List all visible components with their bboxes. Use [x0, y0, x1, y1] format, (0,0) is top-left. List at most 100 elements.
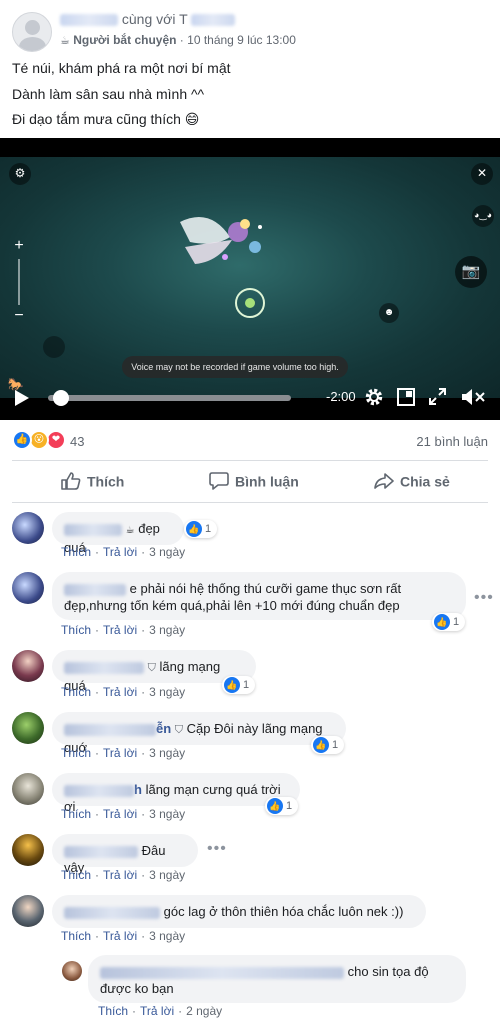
muted-speaker-icon[interactable] [460, 387, 486, 407]
commenter-name-blurred[interactable] [64, 583, 126, 596]
commenter-name-tail[interactable]: ễn [156, 721, 171, 736]
comment-reply-link[interactable]: Trả lời [103, 746, 137, 760]
reply-age[interactable]: 2 ngày [186, 1004, 222, 1018]
commenter-name-blurred[interactable] [64, 661, 144, 674]
comment-like-link[interactable]: Thích [61, 868, 91, 882]
commenter-avatar[interactable] [12, 895, 44, 927]
close-video-icon[interactable]: ✕ [471, 163, 493, 185]
commenter-avatar[interactable] [12, 834, 44, 866]
reply-text-line-2: được ko bạn [100, 981, 174, 996]
comment-reply-link[interactable]: Trả lời [103, 807, 137, 821]
comment-button[interactable]: Bình luận [209, 472, 299, 492]
comment-like-link[interactable]: Thích [61, 807, 91, 821]
comment-text: góc lag ở thôn thiên hóa chắc luôn nek :… [163, 904, 404, 919]
share-button[interactable]: Chia sẻ [374, 472, 450, 492]
replier-avatar[interactable] [62, 961, 82, 981]
love-reaction-icon: ❤ [46, 430, 66, 450]
picture-in-picture-icon[interactable] [397, 388, 415, 406]
commenter-avatar[interactable] [12, 773, 44, 805]
commenter-name-blurred[interactable] [64, 523, 122, 536]
comment-age[interactable]: 3 ngày [149, 929, 185, 943]
author-name-blurred[interactable] [60, 14, 118, 27]
comment-reply-link[interactable]: Trả lời [103, 868, 137, 882]
reaction-count[interactable]: 43 [70, 434, 84, 449]
comment-actions: Thích · Trả lời · 3 ngày [61, 685, 185, 699]
comment-age[interactable]: 3 ngày [149, 746, 185, 760]
post-text-line-3: Đi dạo tắm mưa cũng thích 😄 [12, 111, 200, 127]
activity-label[interactable]: Người bắt chuyện [73, 33, 176, 47]
coffee-cup-icon: ☕ [125, 525, 135, 536]
zoom-in-icon[interactable]: + [9, 237, 29, 255]
comment-reply-link[interactable]: Trả lời [103, 929, 137, 943]
comment-like-link[interactable]: Thích [61, 746, 91, 760]
separator: · [141, 746, 146, 760]
separator: · [95, 685, 100, 699]
comment-like-badge[interactable]: 👍 1 [311, 736, 345, 754]
comment-like-badge[interactable]: 👍 1 [265, 797, 299, 815]
zoom-out-icon[interactable]: − [9, 307, 29, 325]
comment-reply-link[interactable]: Trả lời [103, 545, 137, 559]
author-line[interactable]: cùng với T [60, 11, 236, 27]
video-player[interactable]: ⚙ ✕ ◕‿◕ 📷 ☻ + − 🐎 Voice may not be recor… [0, 138, 500, 420]
like-icon: 👍 [313, 737, 329, 753]
post-timestamp[interactable]: 10 tháng 9 lúc 13:00 [187, 33, 296, 47]
shield-icon: ⛉ [147, 662, 156, 674]
settings-gear-icon[interactable] [364, 387, 384, 407]
comment-bubble: góc lag ở thôn thiên hóa chắc luôn nek :… [52, 895, 426, 928]
comment-like-link[interactable]: Thích [61, 545, 91, 559]
camera-icon[interactable]: 📷 [455, 256, 487, 288]
zoom-slider[interactable]: + − [9, 237, 29, 329]
video-progress-bar[interactable] [48, 390, 291, 406]
comment-age[interactable]: 3 ngày [149, 545, 185, 559]
fullscreen-icon[interactable] [429, 388, 446, 405]
commenter-name-tail[interactable]: h [134, 782, 142, 797]
face-icon[interactable]: ☻ [379, 303, 399, 323]
post-text-line-1: Té núi, khám phá ra một nơi bí mật [12, 60, 231, 76]
commenter-name-blurred[interactable] [64, 906, 160, 919]
comment-more-icon[interactable]: ••• [207, 840, 227, 858]
commenter-name-blurred[interactable] [64, 784, 134, 797]
progress-knob[interactable] [53, 390, 70, 406]
post-meta: ☕ Người bắt chuyện · 10 tháng 9 lúc 13:0… [60, 33, 296, 47]
comment-like-badge[interactable]: 👍 1 [222, 676, 256, 694]
emote-icon[interactable]: ◕‿◕ [472, 205, 494, 227]
author-tag-text: cùng với T [121, 11, 188, 27]
comment-like-link[interactable]: Thích [61, 685, 91, 699]
commenter-name-blurred[interactable] [64, 723, 156, 736]
comment-like-link[interactable]: Thích [61, 623, 91, 637]
comment-like-badge[interactable]: 👍 1 [184, 520, 218, 538]
author-avatar[interactable] [12, 12, 52, 52]
like-reaction-icon: 👍 [12, 430, 32, 450]
play-icon[interactable] [14, 389, 30, 407]
comment-reply-link[interactable]: Trả lời [103, 685, 137, 699]
comment-age[interactable]: 3 ngày [149, 868, 185, 882]
comment-age[interactable]: 3 ngày [149, 685, 185, 699]
tagged-name-blurred[interactable] [191, 14, 236, 27]
reply-bubble: cho sin tọa độ được ko bạn [88, 955, 466, 1003]
comment-actions: Thích · Trả lời · 3 ngày [61, 929, 185, 943]
game-settings-icon[interactable]: ⚙ [9, 163, 31, 185]
comment-like-count: 1 [453, 616, 460, 628]
comment-age[interactable]: 3 ngày [149, 807, 185, 821]
comment-count[interactable]: 21 bình luận [416, 434, 488, 449]
wow-reaction-icon: 😮 [29, 430, 49, 450]
reply-like-link[interactable]: Thích [98, 1004, 128, 1018]
commenter-avatar[interactable] [12, 712, 44, 744]
like-button[interactable]: Thích [61, 472, 124, 492]
commenter-name-blurred[interactable] [64, 845, 138, 858]
joystick-icon[interactable] [43, 336, 65, 358]
comment-reply-link[interactable]: Trả lời [103, 623, 137, 637]
comment-more-icon[interactable]: ••• [474, 589, 494, 607]
comment-like-badge[interactable]: 👍 1 [432, 613, 466, 631]
commenter-avatar[interactable] [12, 650, 44, 682]
separator: · [141, 929, 146, 943]
like-icon: 👍 [186, 521, 202, 537]
voice-warning-toast: Voice may not be recorded if game volume… [122, 356, 348, 378]
comment-age[interactable]: 3 ngày [149, 623, 185, 637]
comment-like-link[interactable]: Thích [61, 929, 91, 943]
commenter-avatar[interactable] [12, 572, 44, 604]
reply-reply-link[interactable]: Trả lời [140, 1004, 174, 1018]
commenter-avatar[interactable] [12, 512, 44, 544]
separator: · [141, 807, 146, 821]
replier-name-blurred[interactable] [100, 966, 344, 979]
